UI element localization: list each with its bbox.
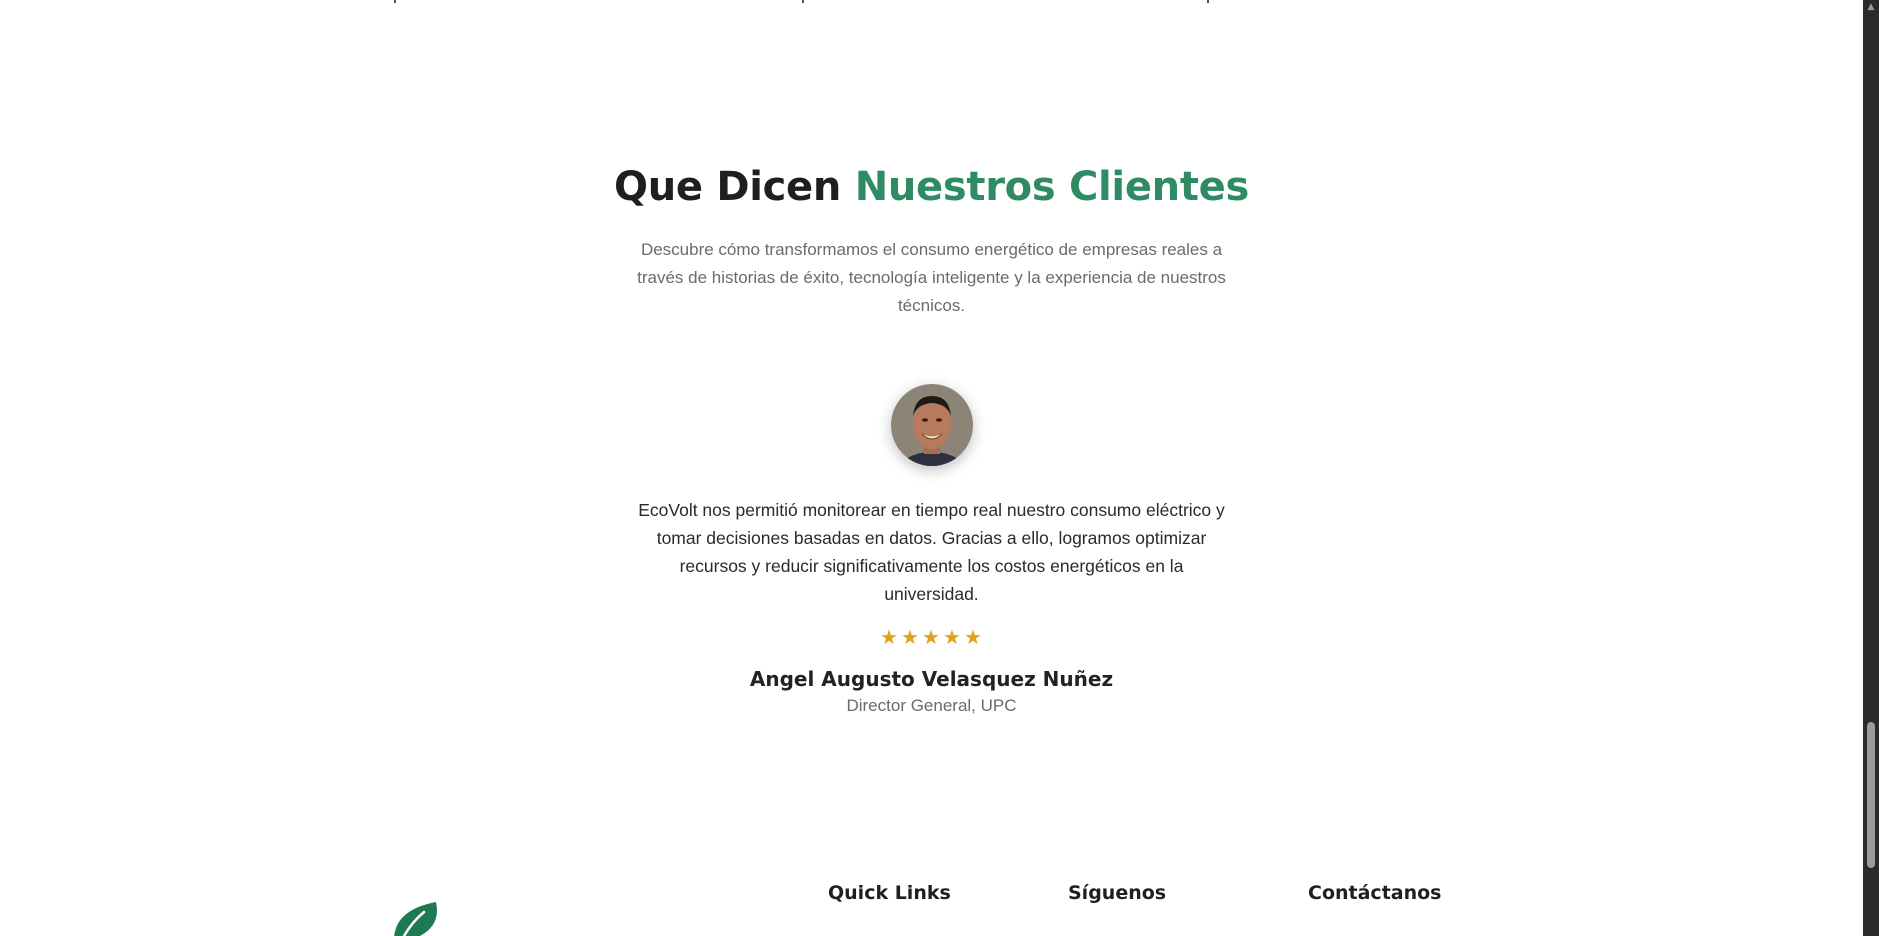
star-icon: ★ <box>964 625 983 649</box>
footer-heading-follow: Síguenos <box>1068 882 1167 904</box>
leaf-icon <box>394 902 437 936</box>
author-role: Director General, UPC <box>846 696 1017 715</box>
footer-heading-quick-links: Quick Links <box>828 882 951 904</box>
page: Que Dicen Nuestros Clientes Descubre cóm… <box>0 0 1863 936</box>
star-icon: ★ <box>901 625 920 649</box>
star-icon: ★ <box>880 625 899 649</box>
footer-heading-contact: Contáctanos <box>1308 882 1442 904</box>
avatar-photo <box>891 384 973 466</box>
star-icon: ★ <box>943 625 962 649</box>
title-part-dark: Que Dicen <box>613 164 842 210</box>
scrollbar-thumb[interactable] <box>1867 722 1875 868</box>
author-name: Angel Augusto Velasquez Nuñez <box>749 667 1114 691</box>
testimonial-quote: EcoVolt nos permitió monitorear en tiemp… <box>638 500 1225 604</box>
testimonials-subtitle: Descubre cómo transformamos el consumo e… <box>637 240 1226 315</box>
rating-stars: ★ ★ ★ ★ ★ <box>0 625 1863 649</box>
avatar <box>891 384 973 466</box>
star-icon: ★ <box>922 625 941 649</box>
testimonials-title: Que Dicen Nuestros Clientes <box>0 164 1863 210</box>
vertical-scrollbar[interactable]: ▲ <box>1863 0 1879 936</box>
scroll-up-arrow-icon[interactable]: ▲ <box>1863 0 1879 14</box>
footer-logo[interactable] <box>390 900 440 936</box>
title-part-green: Nuestros Clientes <box>854 164 1250 210</box>
